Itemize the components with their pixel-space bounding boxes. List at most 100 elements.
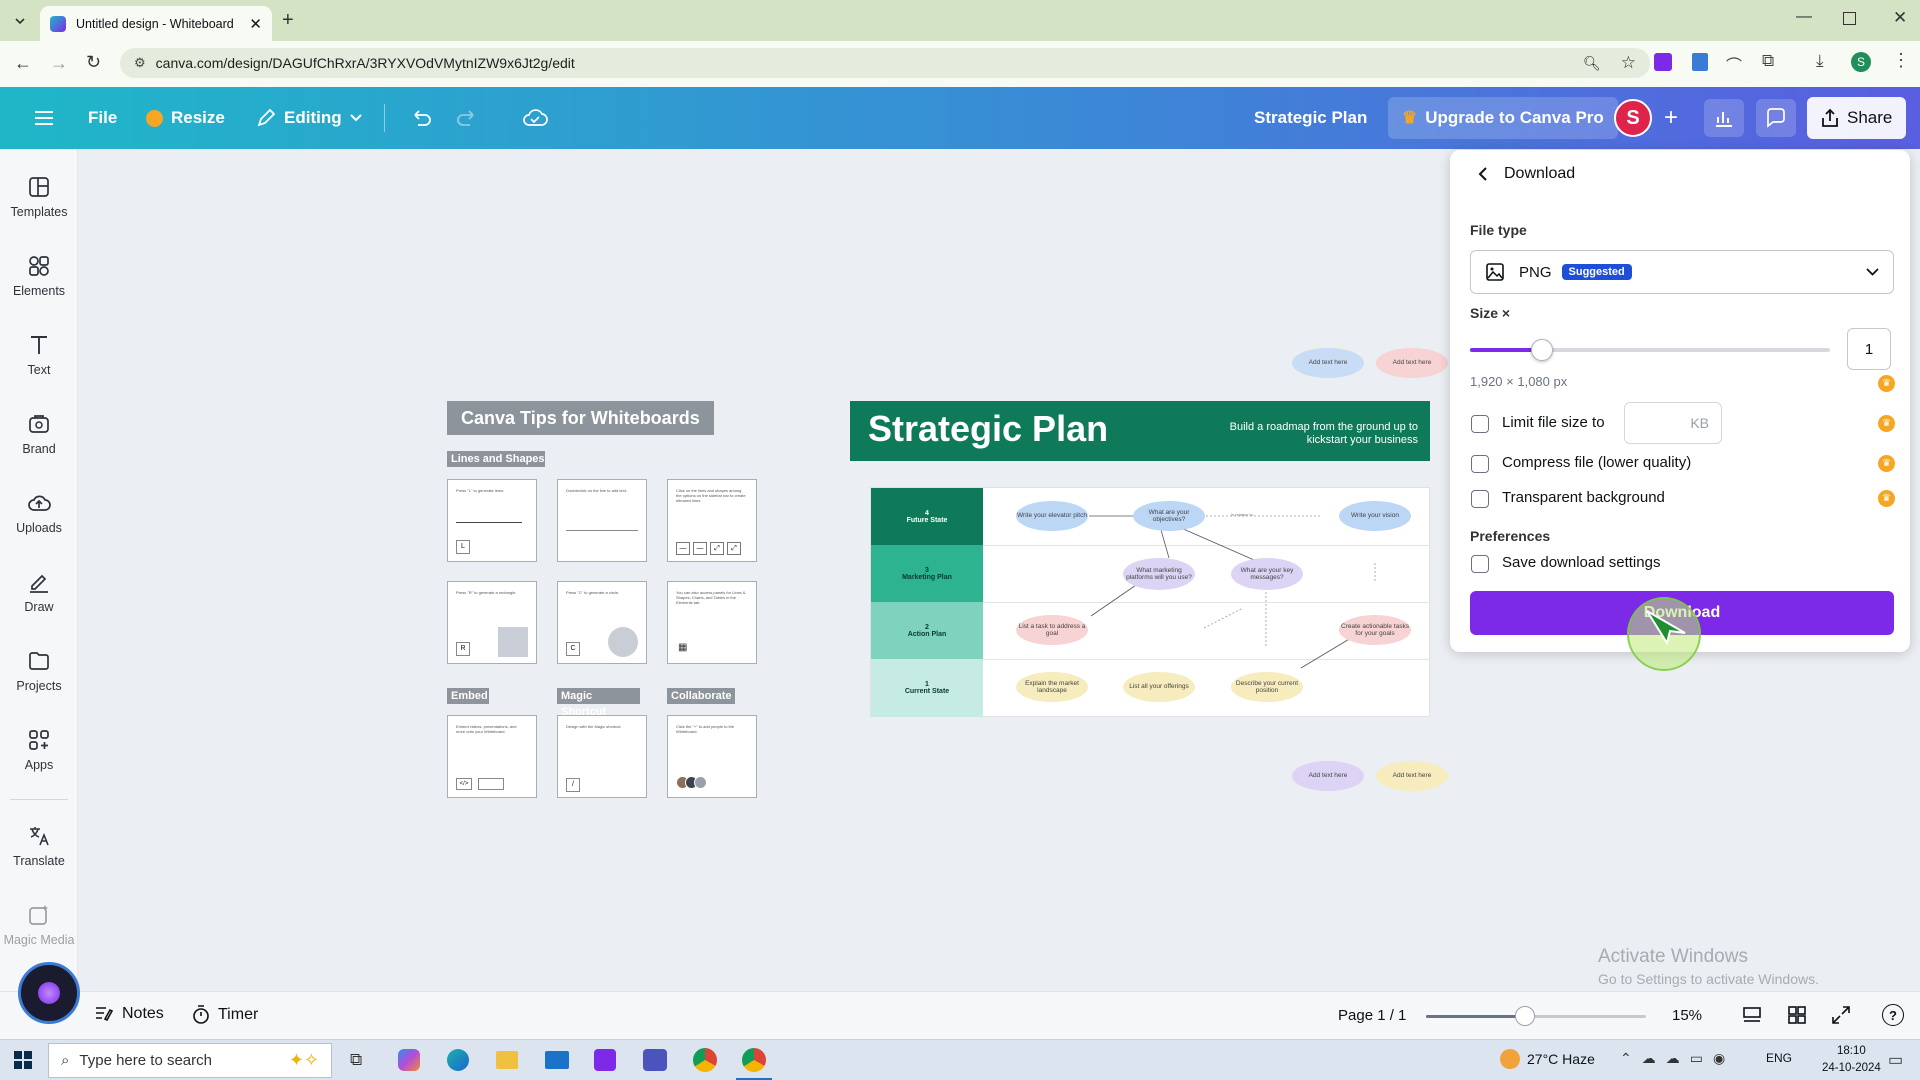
tip-card[interactable]: Click on the lines and shapes among the … <box>667 479 757 562</box>
taskbar-app-icon[interactable] <box>594 1049 616 1071</box>
edge-icon[interactable] <box>447 1049 469 1071</box>
tip-card[interactable]: Press "C" to generate a circle. C <box>557 581 647 664</box>
transparent-bg-checkbox[interactable] <box>1471 490 1489 508</box>
canva-assistant-button[interactable] <box>18 962 80 1024</box>
file-explorer-icon[interactable] <box>496 1051 518 1069</box>
resize-button[interactable]: Resize <box>136 99 235 137</box>
site-info-icon[interactable]: ⚙ <box>134 55 146 71</box>
bubble[interactable]: What marketing platforms will you use? <box>1123 558 1195 590</box>
chrome-icon[interactable] <box>693 1048 717 1072</box>
windows-start-icon[interactable] <box>14 1051 32 1069</box>
bubble[interactable]: Explain the market landscape <box>1016 672 1088 702</box>
file-size-input[interactable]: KB <box>1624 402 1722 444</box>
sidebar-item-elements[interactable]: Elements <box>0 254 78 298</box>
editing-mode-button[interactable]: Editing <box>246 99 372 137</box>
save-settings-checkbox[interactable] <box>1471 555 1489 573</box>
size-slider-thumb[interactable] <box>1531 339 1553 361</box>
sticky-chip[interactable]: Add text here <box>1292 348 1364 378</box>
notifications-icon[interactable]: ▭ <box>1888 1050 1903 1070</box>
limit-size-checkbox[interactable] <box>1471 415 1489 433</box>
bookmark-star-icon[interactable]: ☆ <box>1621 53 1636 73</box>
restore-icon[interactable] <box>1843 12 1856 25</box>
undo-icon[interactable] <box>400 99 442 137</box>
sticky-chip[interactable]: Add text here <box>1376 348 1448 378</box>
plan-grid[interactable]: 4 Future State 3 Marketing Plan 2 Action Pl… <box>870 487 1430 717</box>
copilot-icon[interactable] <box>398 1049 420 1071</box>
tip-card[interactable]: Design with the Magic shortcut. / <box>557 715 647 798</box>
extension-arc-icon[interactable]: ⌒ <box>1726 52 1742 76</box>
design-title[interactable]: Strategic Plan <box>1244 99 1377 137</box>
sidebar-item-apps[interactable]: Apps <box>0 728 78 772</box>
bubble[interactable]: Describe your current position <box>1231 672 1303 702</box>
redo-icon[interactable] <box>446 99 488 137</box>
tips-title[interactable]: Canva Tips for Whiteboards <box>447 401 714 435</box>
bubble[interactable]: What are your key messages? <box>1231 558 1303 590</box>
back-icon[interactable]: ← <box>14 53 32 74</box>
sticky-chip[interactable]: Add text here <box>1292 761 1364 791</box>
tip-card[interactable]: Embed videos, presentations, and more on… <box>447 715 537 798</box>
tip-card[interactable]: Press "L" to generate lines. L <box>447 479 537 562</box>
grid-view-icon[interactable] <box>1787 1005 1807 1025</box>
fullscreen-icon[interactable] <box>1831 1005 1851 1025</box>
sidebar-item-brand[interactable]: Brand <box>0 412 78 456</box>
back-chevron-icon[interactable] <box>1472 163 1494 185</box>
sidebar-item-text[interactable]: Text <box>0 333 78 377</box>
minimize-icon[interactable]: — <box>1796 8 1812 26</box>
browser-menu-icon[interactable]: ⋮ <box>1892 50 1910 71</box>
bubble[interactable]: What are your objectives? <box>1133 501 1205 531</box>
notes-button[interactable]: Notes <box>94 1005 164 1023</box>
section-embed[interactable]: Embed <box>447 688 489 704</box>
file-menu[interactable]: File <box>78 99 127 137</box>
add-collaborator-icon[interactable]: + <box>1654 99 1688 137</box>
zoom-lens-icon[interactable]: 🔍︎ <box>1583 55 1601 72</box>
taskbar-search-box[interactable]: ⌕ Type here to search ✦✧ <box>48 1043 332 1078</box>
tab-search-chevron-icon[interactable] <box>8 10 32 32</box>
window-close-icon[interactable]: ✕ <box>1893 8 1907 28</box>
profile-avatar[interactable]: S <box>1851 52 1871 72</box>
extension-canva-icon[interactable] <box>1654 53 1672 71</box>
sidebar-item-magic-media[interactable]: Magic Media <box>0 903 78 947</box>
extensions-puzzle-icon[interactable]: ⧉ <box>1762 51 1774 71</box>
section-magic-shortcut[interactable]: Magic Shortcut <box>557 688 640 718</box>
compress-checkbox[interactable] <box>1471 455 1489 473</box>
tip-card[interactable]: You can also access panels for Lines & S… <box>667 581 757 664</box>
sidebar-item-uploads[interactable]: Uploads <box>0 491 78 535</box>
zoom-slider-thumb[interactable] <box>1515 1006 1535 1026</box>
timer-button[interactable]: Timer <box>192 1005 258 1025</box>
share-button[interactable]: Share <box>1807 97 1907 139</box>
insights-chart-icon[interactable] <box>1704 99 1744 137</box>
plan-header[interactable]: Strategic Plan Build a roadmap from the … <box>850 401 1430 461</box>
sticky-chip[interactable]: Add text here <box>1376 761 1448 791</box>
size-input[interactable]: 1 <box>1847 328 1891 370</box>
reload-icon[interactable]: ↻ <box>86 52 101 73</box>
weather-text[interactable]: 27°C Haze <box>1527 1051 1595 1067</box>
comments-icon[interactable] <box>1756 99 1796 137</box>
page-view-icon[interactable] <box>1742 1005 1762 1025</box>
browser-tab[interactable]: Untitled design - Whiteboard ✕ <box>40 6 272 41</box>
bubble[interactable]: Write your vision <box>1339 501 1411 531</box>
help-icon[interactable]: ? <box>1882 1004 1904 1026</box>
bubble[interactable]: List a task to address a goal <box>1016 615 1088 645</box>
teams-icon[interactable] <box>643 1049 667 1071</box>
system-tray-icons[interactable]: ⌃☁☁▭◉ <box>1620 1050 1735 1067</box>
zoom-slider[interactable] <box>1426 1006 1646 1026</box>
tip-card[interactable]: Press "R" to generate a rectangle. R <box>447 581 537 664</box>
file-type-select[interactable]: PNG Suggested <box>1470 250 1894 294</box>
main-menu-icon[interactable] <box>24 99 64 137</box>
downloads-icon[interactable]: ⤓ <box>1816 51 1824 71</box>
user-avatar[interactable]: S <box>1614 99 1652 137</box>
upgrade-button[interactable]: ♛ Upgrade to Canva Pro <box>1388 97 1618 139</box>
extension-doc-icon[interactable] <box>1692 53 1708 71</box>
page-indicator[interactable]: Page 1 / 1 <box>1338 1007 1406 1024</box>
cloud-saved-icon[interactable] <box>512 99 558 137</box>
bubble[interactable]: Create actionable tasks for your goals <box>1339 615 1411 645</box>
tip-card[interactable]: Click the "+" to add people to the White… <box>667 715 757 798</box>
language-indicator[interactable]: ENG <box>1766 1051 1792 1065</box>
chrome-active-icon[interactable] <box>742 1048 766 1072</box>
forward-icon[interactable]: → <box>50 53 68 74</box>
sidebar-item-templates[interactable]: Templates <box>0 175 78 219</box>
sidebar-item-projects[interactable]: Projects <box>0 649 78 693</box>
address-bar[interactable]: ⚙ canva.com/design/DAGUfChRxrA/3RYXVOdVM… <box>120 48 1650 78</box>
size-slider-track[interactable] <box>1470 339 1830 361</box>
tip-card[interactable]: Doubleclick on the line to add text. <box>557 479 647 562</box>
